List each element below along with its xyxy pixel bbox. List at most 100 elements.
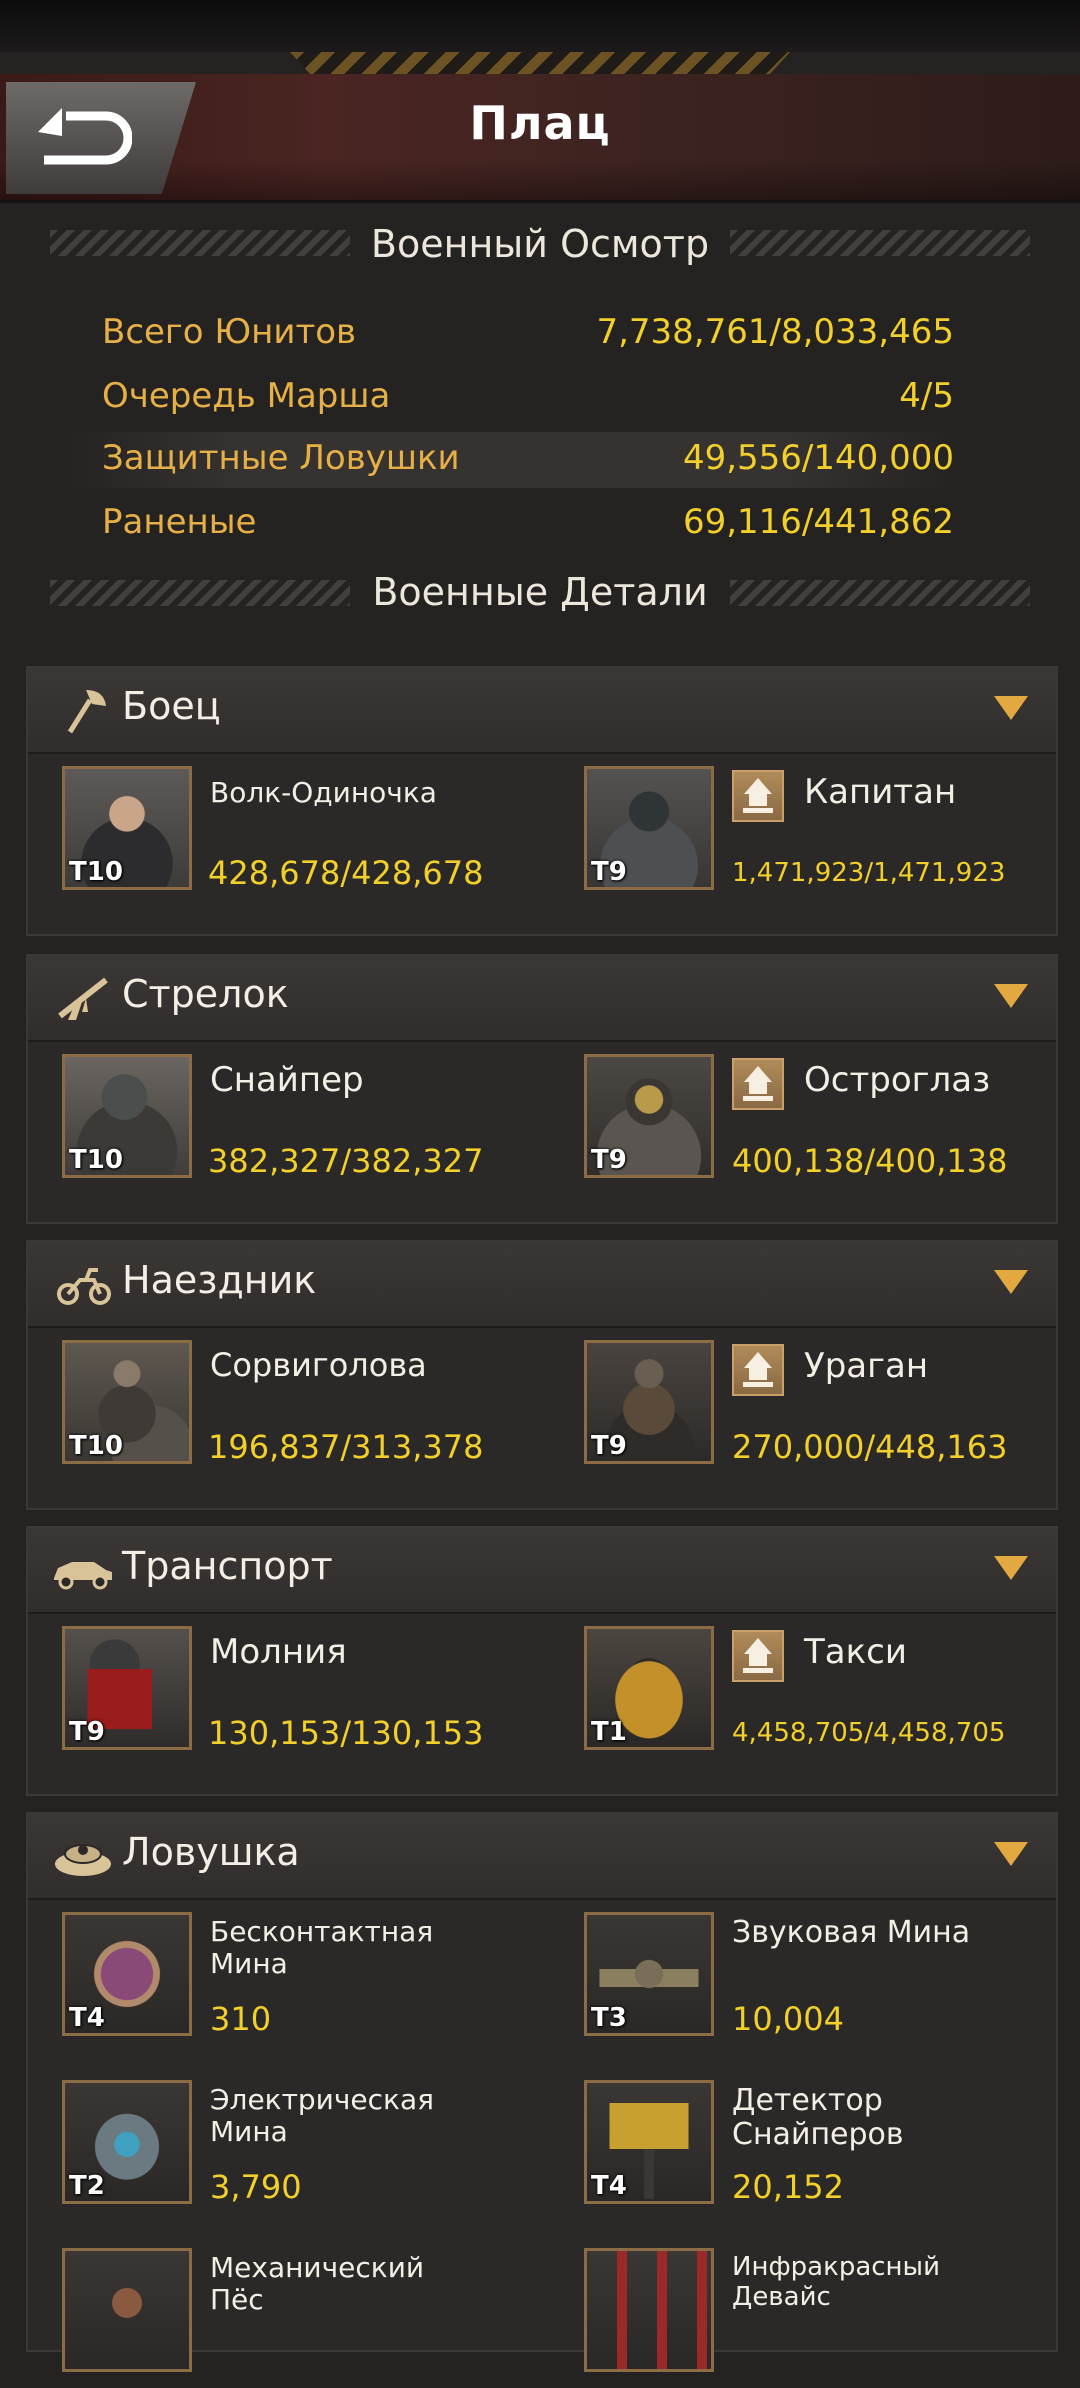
category-name: Боец <box>122 684 221 728</box>
category-panel-transport: Транспорт T9 Молния 130,153/130,153 T1 Т… <box>26 1526 1058 1796</box>
chevron-down-icon[interactable] <box>994 1556 1028 1580</box>
upgrade-button[interactable] <box>732 1344 784 1396</box>
category-name: Транспорт <box>122 1544 333 1588</box>
unit-name: Звуковая Мина <box>732 1915 971 1950</box>
unit-name: Сорвиголова <box>210 1346 427 1384</box>
unit-count: 1,471,923/1,471,923 <box>732 858 1006 888</box>
stat-wounded: Раненые 69,116/441,862 <box>60 496 960 552</box>
unit-tier: T9 <box>591 1431 627 1461</box>
unit-tier: T4 <box>69 2003 105 2033</box>
unit-portrait: T9 <box>62 1626 192 1750</box>
unit-tier: T9 <box>69 1717 105 1747</box>
unit-count: 20,152 <box>732 2168 844 2206</box>
stat-total-units: Всего Юнитов 7,738,761/8,033,465 <box>60 306 960 362</box>
trap-portrait <box>62 2248 192 2372</box>
stat-value: 49,556/140,000 <box>682 438 954 478</box>
unit-item[interactable]: T10 Волк-Одиночка 428,678/428,678 <box>62 766 532 906</box>
unit-tier: T2 <box>69 2171 105 2201</box>
category-header[interactable]: Ловушка <box>28 1814 1056 1900</box>
chevron-down-icon[interactable] <box>994 1270 1028 1294</box>
unit-item[interactable]: T10 Сорвиголова 196,837/313,378 <box>62 1340 532 1480</box>
mine-icon <box>55 1844 111 1876</box>
unit-item[interactable]: T1 Такси 4,458,705/4,458,705 <box>584 1626 1054 1766</box>
axe-icon <box>67 690 106 734</box>
rifle-icon <box>58 977 108 1020</box>
unit-portrait: T9 <box>584 1054 714 1178</box>
stat-label: Раненые <box>102 502 257 542</box>
category-header[interactable]: Наездник <box>28 1242 1056 1328</box>
unit-name: Такси <box>804 1632 907 1672</box>
category-name: Ловушка <box>122 1830 300 1874</box>
unit-portrait: T9 <box>584 766 714 890</box>
unit-name: Детектор Снайперов <box>732 2083 904 2152</box>
unit-item[interactable]: T9 Капитан 1,471,923/1,471,923 <box>584 766 1054 906</box>
unit-count: 10,004 <box>732 2000 844 2038</box>
trap-item[interactable]: Механический Пёс <box>62 2248 532 2388</box>
chevron-down-icon[interactable] <box>994 984 1028 1008</box>
status-bar-area <box>0 0 1080 52</box>
category-name: Наездник <box>122 1258 317 1302</box>
trap-portrait <box>584 2248 714 2372</box>
stat-label: Защитные Ловушки <box>102 438 460 478</box>
unit-tier: T3 <box>591 2003 627 2033</box>
stat-value: 7,738,761/8,033,465 <box>596 312 954 352</box>
page-title: Плац <box>469 96 611 150</box>
trap-portrait: T3 <box>584 1912 714 2036</box>
unit-count: 196,837/313,378 <box>208 1428 484 1466</box>
unit-tier: T10 <box>69 1431 123 1461</box>
trap-portrait: T4 <box>584 2080 714 2204</box>
unit-count: 428,678/428,678 <box>208 854 484 892</box>
trap-item[interactable]: T2 Электрическая Мина 3,790 <box>62 2080 532 2220</box>
unit-count: 400,138/400,138 <box>732 1142 1008 1180</box>
unit-tier: T4 <box>591 2171 627 2201</box>
stat-value: 69,116/441,862 <box>682 502 954 542</box>
category-panel-shooter: Стрелок T10 Снайпер 382,327/382,327 T9 О… <box>26 954 1058 1224</box>
unit-name: Механический Пёс <box>210 2251 425 2316</box>
unit-count: 4,458,705/4,458,705 <box>732 1718 1006 1748</box>
trap-item[interactable]: T3 Звуковая Мина 10,004 <box>584 1912 1054 2052</box>
category-name: Стрелок <box>122 972 289 1016</box>
unit-count: 310 <box>210 2000 272 2038</box>
unit-name: Ураган <box>804 1346 929 1386</box>
trap-portrait: T4 <box>62 1912 192 2036</box>
category-panel-rider: Наездник T10 Сорвиголова 196,837/313,378… <box>26 1240 1058 1510</box>
unit-name: Инфракрасный Девайс <box>732 2252 940 2312</box>
unit-count: 3,790 <box>210 2168 302 2206</box>
upgrade-button[interactable] <box>732 1630 784 1682</box>
category-header[interactable]: Стрелок <box>28 956 1056 1042</box>
category-header[interactable]: Боец <box>28 668 1056 754</box>
category-header[interactable]: Транспорт <box>28 1528 1056 1614</box>
unit-tier: T9 <box>591 857 627 887</box>
hazard-stripe <box>290 52 790 74</box>
unit-name: Остроглаз <box>804 1060 991 1100</box>
unit-portrait: T9 <box>584 1340 714 1464</box>
stat-label: Очередь Марша <box>102 376 391 416</box>
unit-item[interactable]: T9 Ураган 270,000/448,163 <box>584 1340 1054 1480</box>
unit-item[interactable]: T10 Снайпер 382,327/382,327 <box>62 1054 532 1194</box>
unit-count: 130,153/130,153 <box>208 1714 484 1752</box>
unit-name: Капитан <box>804 772 957 812</box>
unit-name: Электрическая Мина <box>210 2083 434 2148</box>
unit-name: Молния <box>210 1632 347 1672</box>
unit-portrait: T10 <box>62 1340 192 1464</box>
upgrade-button[interactable] <box>732 770 784 822</box>
trap-item[interactable]: T4 Детектор Снайперов 20,152 <box>584 2080 1054 2220</box>
stat-value: 4/5 <box>899 376 954 416</box>
unit-count: 270,000/448,163 <box>732 1428 1008 1466</box>
unit-tier: T10 <box>69 1145 123 1175</box>
unit-name: Снайпер <box>210 1060 364 1100</box>
unit-portrait: T10 <box>62 766 192 890</box>
category-panel-trap: Ловушка T4 Бесконтактная Мина 310 T3 Зву… <box>26 1812 1058 2372</box>
motorcycle-icon <box>57 1268 111 1305</box>
unit-item[interactable]: T9 Остроглаз 400,138/400,138 <box>584 1054 1054 1194</box>
unit-item[interactable]: T9 Молния 130,153/130,153 <box>62 1626 532 1766</box>
trap-item[interactable]: Инфракрасный Девайс <box>584 2248 1054 2388</box>
unit-portrait: T10 <box>62 1054 192 1178</box>
chevron-down-icon[interactable] <box>994 1842 1028 1866</box>
trap-item[interactable]: T4 Бесконтактная Мина 310 <box>62 1912 532 2052</box>
unit-tier: T9 <box>591 1145 627 1175</box>
stat-march-queue: Очередь Марша 4/5 <box>60 370 960 426</box>
upgrade-button[interactable] <box>732 1058 784 1110</box>
unit-portrait: T1 <box>584 1626 714 1750</box>
chevron-down-icon[interactable] <box>994 696 1028 720</box>
